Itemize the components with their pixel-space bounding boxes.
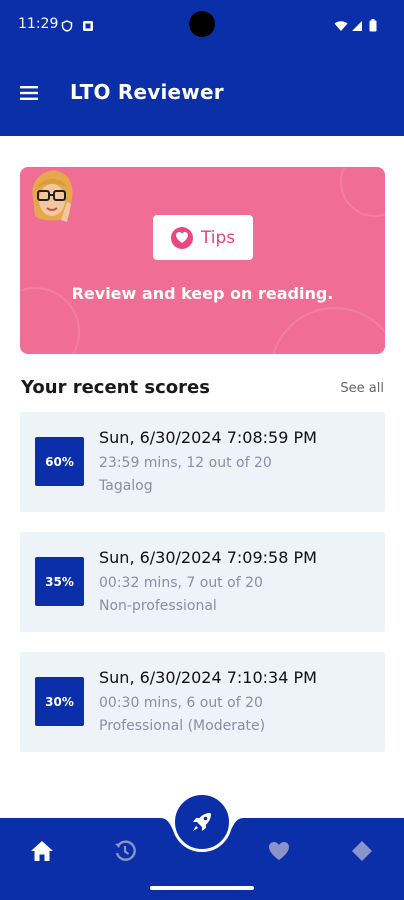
shield-icon bbox=[61, 17, 73, 32]
score-category: Tagalog bbox=[99, 478, 153, 494]
score-percent-badge: 60% bbox=[35, 437, 84, 486]
section-title: Your recent scores bbox=[21, 377, 210, 398]
score-card[interactable]: 35% Sun, 6/30/2024 7:09:58 PM 00:32 mins… bbox=[20, 532, 385, 632]
nav-premium[interactable] bbox=[344, 836, 380, 866]
avatar bbox=[32, 170, 73, 222]
nav-home[interactable] bbox=[24, 836, 60, 866]
gesture-navigation-bar[interactable] bbox=[150, 886, 254, 890]
status-time: 11:29 bbox=[18, 16, 59, 32]
score-category: Non-professional bbox=[99, 598, 217, 614]
start-quiz-button[interactable] bbox=[172, 792, 232, 852]
score-meta: 00:32 mins, 7 out of 20 bbox=[99, 575, 263, 591]
score-card[interactable]: 60% Sun, 6/30/2024 7:08:59 PM 23:59 mins… bbox=[20, 412, 385, 512]
tips-button-label: Tips bbox=[200, 227, 236, 248]
rocket-icon bbox=[193, 813, 211, 831]
heart-icon bbox=[170, 226, 193, 249]
history-icon bbox=[115, 840, 136, 861]
score-meta: 00:30 mins, 6 out of 20 bbox=[99, 695, 263, 711]
app-notification-icon bbox=[82, 17, 94, 31]
score-date: Sun, 6/30/2024 7:10:34 PM bbox=[99, 668, 317, 687]
nav-favorites[interactable] bbox=[261, 836, 297, 866]
home-icon bbox=[31, 841, 53, 861]
battery-icon bbox=[369, 17, 377, 32]
heart-icon bbox=[269, 842, 289, 860]
score-meta: 23:59 mins, 12 out of 20 bbox=[99, 455, 272, 471]
app-bar: LTO Reviewer bbox=[0, 52, 404, 136]
score-percent-badge: 30% bbox=[35, 677, 84, 726]
front-camera bbox=[189, 11, 215, 37]
tips-message: Review and keep on reading. bbox=[71, 284, 334, 303]
score-category: Professional (Moderate) bbox=[99, 718, 266, 734]
score-card[interactable]: 30% Sun, 6/30/2024 7:10:34 PM 00:30 mins… bbox=[20, 652, 385, 752]
app-title: LTO Reviewer bbox=[70, 80, 224, 104]
signal-icon bbox=[351, 17, 363, 31]
diamond-icon bbox=[352, 841, 372, 861]
score-date: Sun, 6/30/2024 7:08:59 PM bbox=[99, 428, 317, 447]
score-percent-badge: 35% bbox=[35, 557, 84, 606]
decorative-circle bbox=[270, 307, 385, 354]
see-all-link[interactable]: See all bbox=[340, 381, 384, 396]
wifi-icon bbox=[334, 17, 348, 31]
tips-button[interactable]: Tips bbox=[153, 215, 253, 260]
nav-history[interactable] bbox=[107, 836, 143, 866]
menu-button[interactable] bbox=[14, 78, 44, 108]
hamburger-menu-icon bbox=[20, 86, 38, 100]
decorative-circle bbox=[340, 167, 385, 217]
score-date: Sun, 6/30/2024 7:09:58 PM bbox=[99, 548, 317, 567]
status-bar: 11:29 bbox=[0, 0, 404, 52]
